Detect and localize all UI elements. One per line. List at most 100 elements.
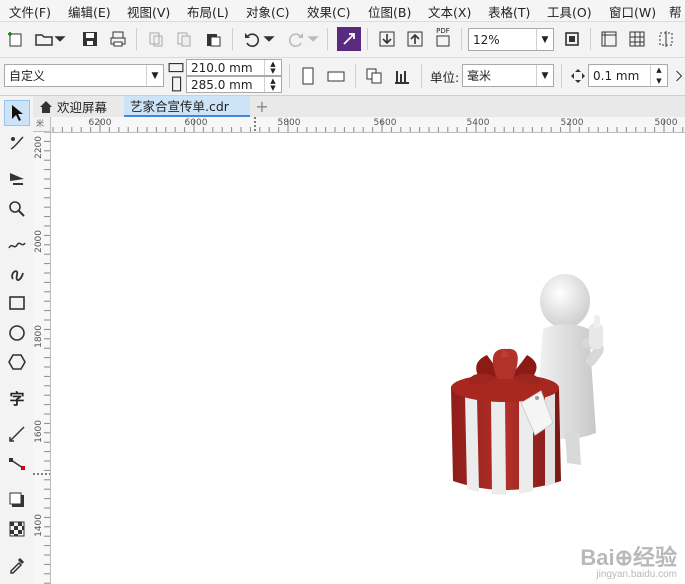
- new-document-icon[interactable]: [4, 27, 28, 51]
- menu-layout[interactable]: 布局(L): [187, 2, 229, 21]
- drop-shadow-tool-icon[interactable]: [4, 487, 30, 513]
- cut-icon[interactable]: [144, 27, 168, 51]
- drawing-canvas[interactable]: Bai⊕经验 jingyan.baidu.com: [51, 133, 685, 584]
- show-grid-icon[interactable]: [625, 27, 649, 51]
- import-icon[interactable]: [375, 27, 399, 51]
- menu-object[interactable]: 对象(C): [246, 2, 289, 21]
- page-height-value: 285.0 mm: [191, 77, 253, 92]
- menu-file[interactable]: 文件(F): [9, 2, 51, 21]
- spin-up-icon[interactable]: ▲: [650, 65, 667, 76]
- ruler-label: 1600: [34, 420, 44, 443]
- home-icon: [40, 100, 52, 113]
- ruler-label: 5000: [654, 118, 678, 128]
- portrait-orientation-icon[interactable]: [296, 64, 320, 88]
- zoom-level-select[interactable]: 12% ▼: [468, 28, 554, 51]
- connector-tool-icon[interactable]: [4, 451, 30, 477]
- copy-icon[interactable]: [172, 27, 196, 51]
- page-width-icon: [168, 59, 184, 75]
- chevron-down-icon[interactable]: ▼: [536, 29, 553, 50]
- landscape-orientation-icon[interactable]: [324, 64, 348, 88]
- transparency-tool-icon[interactable]: [4, 516, 30, 542]
- show-guidelines-icon[interactable]: [654, 27, 678, 51]
- ruler-label: 2200: [34, 136, 44, 159]
- page-width-value: 210.0 mm: [191, 60, 253, 75]
- nudge-distance-icon: [566, 64, 590, 88]
- full-screen-icon[interactable]: [560, 27, 584, 51]
- pdf-label: PDF: [436, 27, 450, 35]
- pick-tool-icon[interactable]: [4, 100, 30, 126]
- spin-down-icon[interactable]: ▼: [264, 67, 281, 75]
- redo-chevron-down-icon[interactable]: [306, 27, 320, 51]
- menu-window[interactable]: 窗口(W): [609, 2, 656, 21]
- page-size-preset-value: 自定义: [9, 69, 46, 83]
- watermark-url: jingyan.baidu.com: [596, 569, 677, 580]
- menu-edit[interactable]: 编辑(E): [68, 2, 111, 21]
- add-tab-button[interactable]: +: [252, 96, 272, 117]
- ruler-origin-corner[interactable]: 米: [33, 117, 51, 132]
- menu-bar: 文件(F) 编辑(E) 视图(V) 布局(L) 对象(C) 效果(C) 位图(B…: [0, 0, 685, 22]
- menu-bitmaps[interactable]: 位图(B): [368, 2, 411, 21]
- toolbox: 字: [0, 96, 34, 584]
- menu-effects[interactable]: 效果(C): [307, 2, 350, 21]
- chevron-down-icon[interactable]: ▼: [536, 65, 553, 86]
- chevron-down-icon[interactable]: ▼: [146, 65, 163, 86]
- page-height-input[interactable]: 285.0 mm ▲ ▼: [186, 76, 282, 93]
- undo-icon[interactable]: [240, 27, 264, 51]
- menu-tools[interactable]: 工具(O): [547, 2, 592, 21]
- nudge-distance-value: 0.1 mm: [593, 68, 640, 83]
- ellipse-tool-icon[interactable]: [4, 320, 30, 346]
- units-value: 毫米: [467, 69, 492, 83]
- baidu-jingyan-watermark: Bai⊕经验 jingyan.baidu.com: [580, 545, 677, 581]
- menu-text[interactable]: 文本(X): [428, 2, 471, 21]
- artistic-media-tool-icon[interactable]: [4, 260, 30, 286]
- color-eyedropper-tool-icon[interactable]: [4, 552, 30, 578]
- open-dropdown-chevron-down-icon[interactable]: [53, 27, 67, 51]
- text-tool-icon[interactable]: 字: [4, 385, 30, 411]
- gift-figure-image[interactable]: [51, 133, 685, 584]
- tab-document[interactable]: 艺家合宣传单.cdr: [124, 96, 250, 117]
- standard-toolbar: PDF 12% ▼: [0, 22, 685, 58]
- ruler-label: 6200: [88, 118, 112, 128]
- print-icon[interactable]: [106, 27, 130, 51]
- rectangle-tool-icon[interactable]: [4, 290, 30, 316]
- spin-down-icon[interactable]: ▼: [264, 84, 281, 92]
- zoom-tool-icon[interactable]: [4, 196, 30, 222]
- all-pages-icon[interactable]: [362, 64, 386, 88]
- menu-view[interactable]: 视图(V): [127, 2, 170, 21]
- ruler-label: 6000: [184, 118, 208, 128]
- redo-icon[interactable]: [284, 27, 308, 51]
- show-rulers-icon[interactable]: [597, 27, 621, 51]
- save-icon[interactable]: [78, 27, 102, 51]
- nudge-distance-input[interactable]: 0.1 mm ▲ ▼: [588, 64, 668, 87]
- shape-tool-icon[interactable]: [4, 130, 30, 156]
- freehand-tool-icon[interactable]: [4, 231, 30, 257]
- overflow-icon[interactable]: [674, 64, 685, 88]
- menu-help[interactable]: 帮: [669, 2, 682, 21]
- page-size-preset-select[interactable]: 自定义 ▼: [4, 64, 164, 87]
- zoom-value: 12%: [473, 32, 500, 47]
- crop-tool-icon[interactable]: [4, 166, 30, 192]
- undo-chevron-down-icon[interactable]: [262, 27, 276, 51]
- spin-down-icon[interactable]: ▼: [650, 75, 667, 86]
- horizontal-ruler-ticks: [52, 117, 684, 132]
- ruler-label: 1800: [34, 325, 44, 348]
- property-bar: 自定义 ▼ 210.0 mm ▲ ▼ 285.0 mm ▲ ▼ 单位: 毫米 ▼…: [0, 58, 685, 96]
- export-icon[interactable]: [403, 27, 427, 51]
- units-label: 单位:: [430, 70, 460, 85]
- polygon-tool-icon[interactable]: [4, 349, 30, 375]
- publish-pdf-icon[interactable]: PDF: [431, 25, 455, 49]
- ruler-label: 2000: [34, 230, 44, 253]
- tab-welcome-screen[interactable]: 欢迎屏幕: [33, 96, 121, 117]
- search-content-icon[interactable]: [337, 27, 361, 51]
- horizontal-ruler[interactable]: 6200 6000 5800 5600 5400 5200 5000: [51, 117, 685, 133]
- watermark-brand: Bai⊕经验: [580, 545, 677, 570]
- paste-icon[interactable]: [201, 27, 225, 51]
- ruler-label: 5200: [560, 118, 584, 128]
- vertical-ruler[interactable]: 2200 2000 1800 1600 1400: [33, 132, 51, 584]
- units-select[interactable]: 毫米 ▼: [462, 64, 554, 87]
- page-width-input[interactable]: 210.0 mm ▲ ▼: [186, 59, 282, 76]
- current-page-icon[interactable]: [390, 64, 414, 88]
- parallel-dimension-tool-icon[interactable]: [4, 421, 30, 447]
- page-height-icon: [168, 76, 184, 92]
- menu-table[interactable]: 表格(T): [488, 2, 530, 21]
